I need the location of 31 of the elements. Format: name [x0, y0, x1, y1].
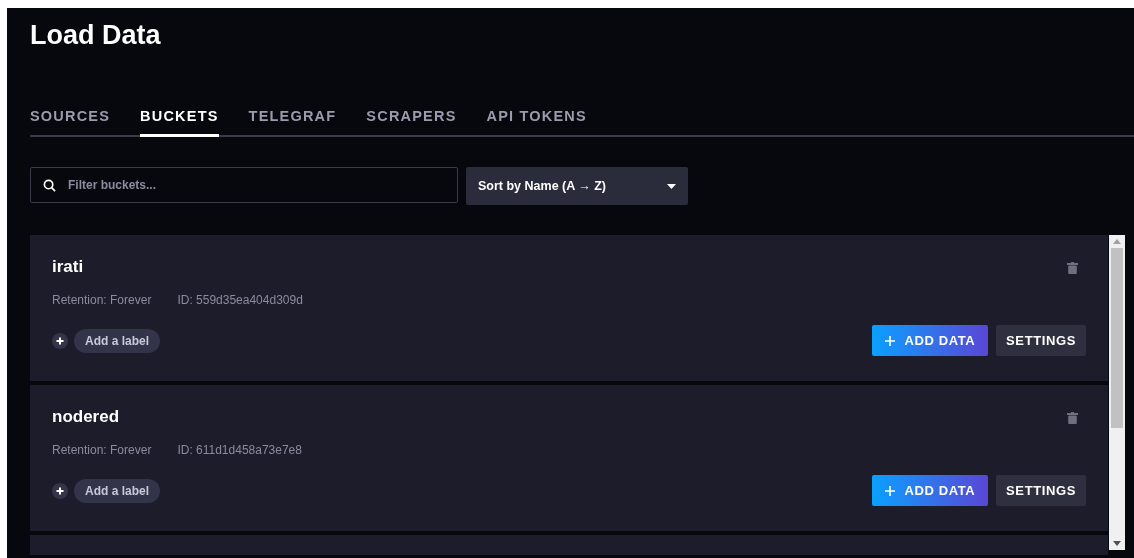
trash-icon[interactable]: [1067, 262, 1078, 274]
plus-icon: [884, 485, 895, 496]
tab[interactable]: TELEGRAF: [248, 102, 337, 137]
retention-text: Retention: Forever: [52, 443, 152, 457]
add-label-button[interactable]: Add a label: [74, 328, 160, 353]
tab[interactable]: BUCKETS: [140, 102, 219, 137]
add-data-button[interactable]: ADD DATA: [872, 475, 988, 506]
scroll-down-icon[interactable]: [1113, 541, 1121, 546]
add-label-button[interactable]: Add a label: [74, 478, 160, 503]
sort-dropdown[interactable]: Sort by Name (A → Z): [466, 167, 688, 205]
page-title: Load Data: [30, 19, 162, 52]
plus-icon[interactable]: [52, 482, 68, 499]
bucket-name: nodered: [52, 407, 120, 427]
tab[interactable]: API TOKENS: [486, 102, 587, 137]
caret-icon: [667, 183, 676, 189]
tab[interactable]: SCRAPERS: [366, 102, 457, 137]
plus-icon: [884, 335, 895, 346]
search-icon: [43, 179, 56, 192]
plus-icon[interactable]: [52, 332, 68, 349]
bucket-id: ID: 611d1d458a73e7e8: [177, 443, 302, 457]
bucket-id: ID: 559d35ea404d309d: [177, 293, 303, 307]
settings-button[interactable]: SETTINGS: [996, 475, 1086, 506]
add-data-button[interactable]: ADD DATA: [872, 325, 988, 356]
trash-icon[interactable]: [1067, 412, 1078, 424]
settings-button[interactable]: SETTINGS: [996, 325, 1086, 356]
bucket-name: irati: [52, 257, 84, 277]
scroll-up-icon[interactable]: [1113, 239, 1121, 244]
search-field[interactable]: Filter buckets...: [30, 167, 458, 203]
retention-text: Retention: Forever: [52, 293, 152, 307]
tab[interactable]: SOURCES: [30, 102, 111, 137]
scrollbar[interactable]: [1109, 235, 1125, 550]
